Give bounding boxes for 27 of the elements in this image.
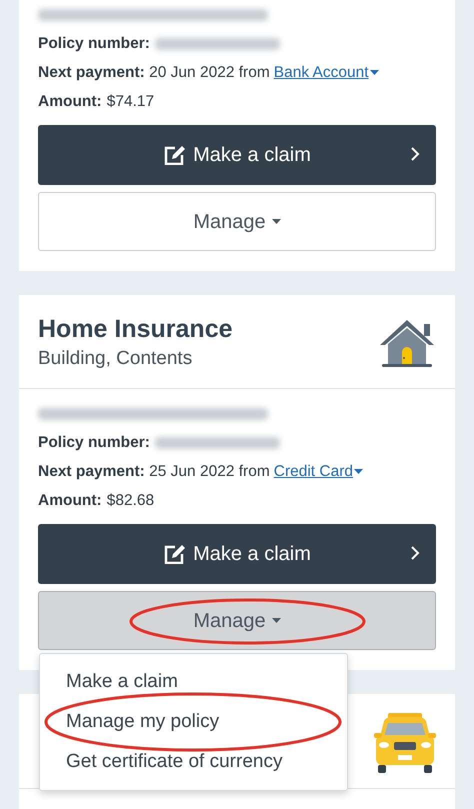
payment-method-link[interactable]: Bank Account <box>274 58 369 87</box>
policy-title: Home Insurance <box>38 314 233 345</box>
menu-item[interactable]: Get certificate of currency <box>40 742 347 782</box>
manage-button[interactable]: Manage <box>38 591 436 650</box>
menu-item[interactable]: Manage my policy <box>40 702 347 742</box>
payment-text: Next payment: 25 Jun 2022 from <box>38 462 270 482</box>
chevron-icon <box>411 546 420 560</box>
chevron-icon <box>411 147 420 161</box>
make-claim-button[interactable]: Make a claim <box>38 125 436 185</box>
menu-item[interactable]: Make a claim <box>40 662 347 702</box>
policy-subtitle: Building, Contents <box>38 347 194 371</box>
house-icon <box>378 318 436 368</box>
policy-number-label: Policy number: <box>38 433 150 453</box>
amount-text: Amount: $74.17 <box>38 92 156 112</box>
payment-method-link[interactable]: Credit Card <box>274 457 354 486</box>
car-icon <box>374 710 436 774</box>
caret-icon <box>272 618 281 623</box>
make-claim-button[interactable]: Make a claim <box>38 524 436 584</box>
amount-text: Amount: $82.68 <box>38 491 156 511</box>
payment-text: Next payment: 20 Jun 2022 from <box>38 63 270 83</box>
caret-icon <box>272 219 281 224</box>
edit-icon <box>163 145 186 165</box>
policy-number-label: Policy number: <box>38 34 150 54</box>
caret-icon <box>354 469 364 474</box>
manage-button[interactable]: Manage <box>38 192 436 251</box>
edit-icon <box>163 544 186 564</box>
caret-icon <box>370 70 379 75</box>
